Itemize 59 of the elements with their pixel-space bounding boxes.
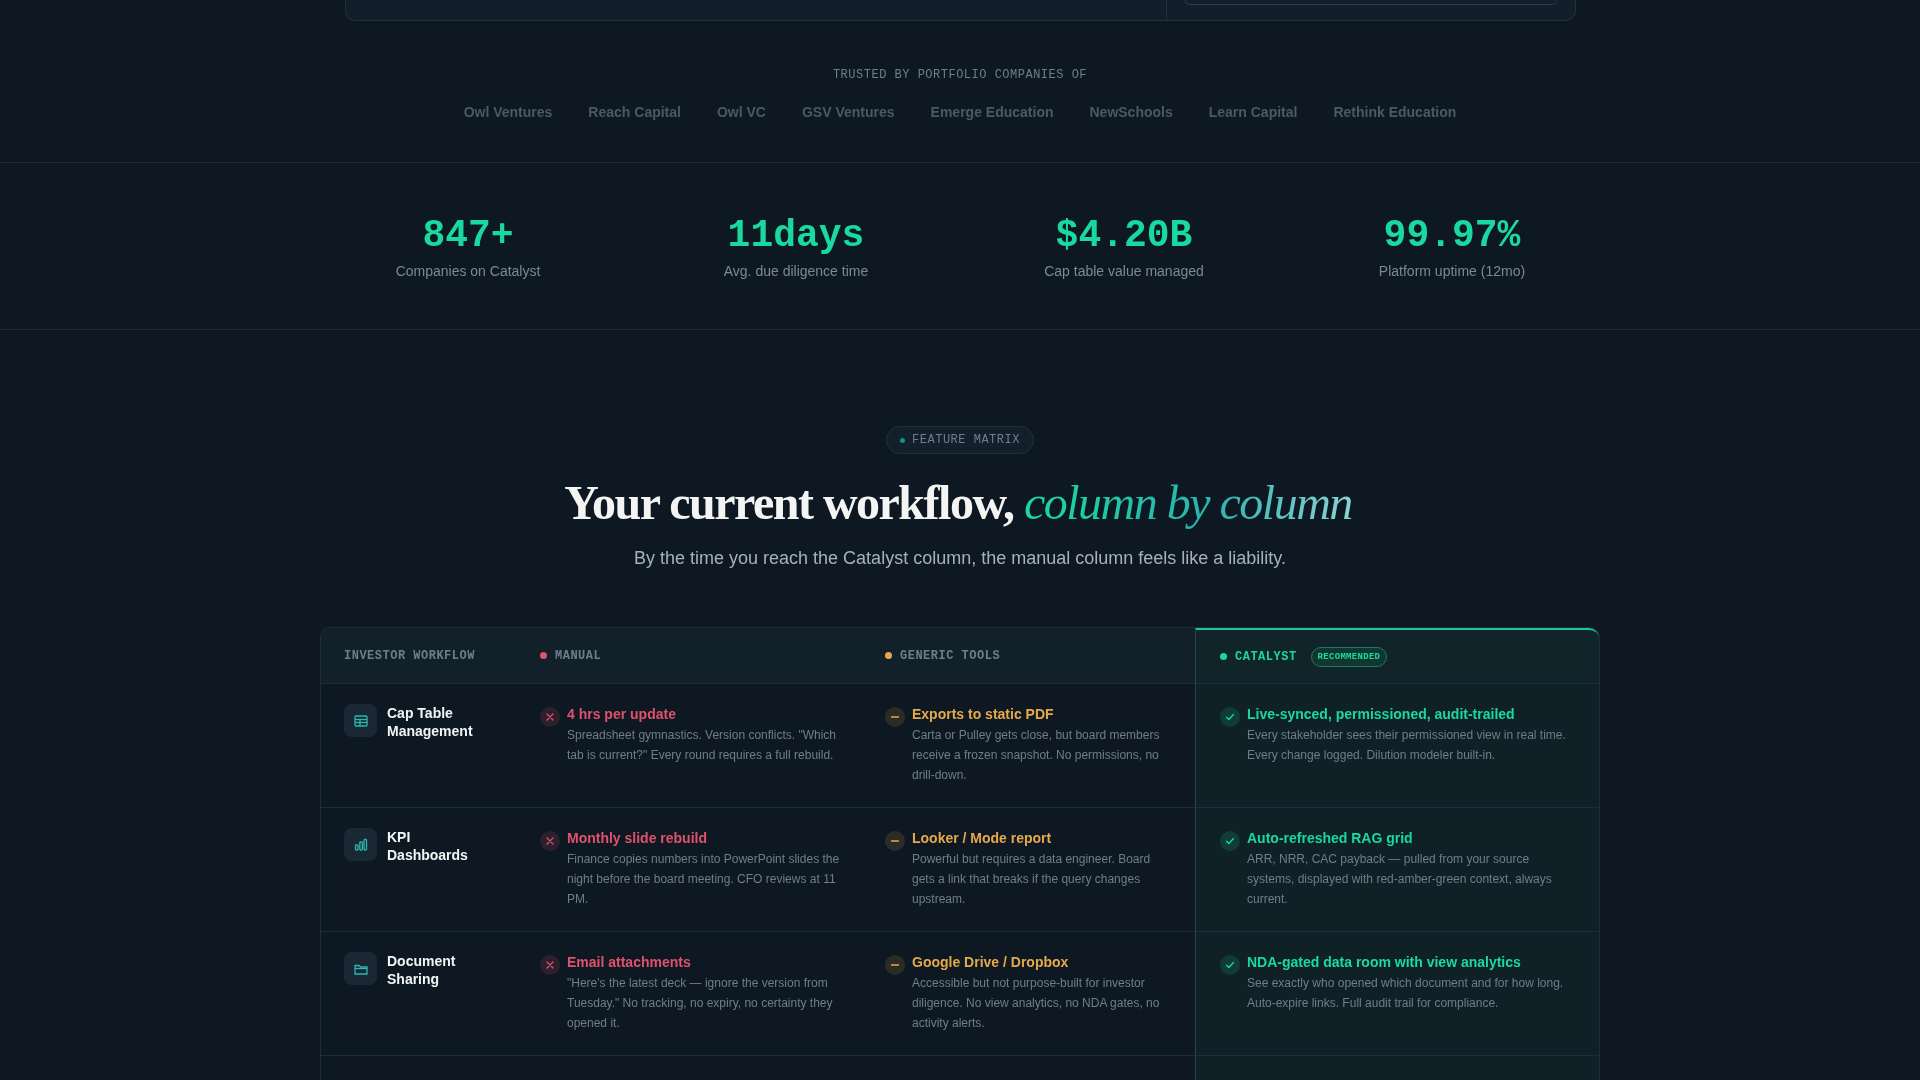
- workflow-name: Cap Table Management: [387, 704, 474, 741]
- stat-value: 11days: [727, 215, 865, 257]
- stat-label: Companies on Catalyst: [395, 263, 541, 279]
- company-name: NewSchools: [1089, 104, 1173, 120]
- minus-icon: [885, 955, 905, 975]
- cell-title: Live-synced, permissioned, audit-trailed: [1247, 705, 1516, 724]
- section-label: TRUSTED BY PORTFOLIO COMPANIES OF: [832, 68, 1088, 82]
- cell-description: See exactly who opened which document and for how long. Auto-expire links. Full audit trail for compliance.: [1247, 975, 1565, 1012]
- cell-description: Every stakeholder sees their permissioned view in real time. Every change logged. Dilution modeler built-in.: [1247, 727, 1567, 764]
- cell-description: "Here's the latest deck — ignore the version from Tuesday." No tracking, no expiry, no certainty they opened it.: [567, 975, 834, 1032]
- table-icon: [344, 704, 377, 737]
- workflow-name: KPI Dashboards: [387, 828, 469, 865]
- recommended-badge: RECOMMENDED: [1310, 646, 1388, 667]
- check-icon: [1220, 955, 1240, 975]
- cell-description: Powerful but requires a data engineer. Board gets a link that breaks if the query changes upstream.: [912, 851, 1152, 908]
- company-name: Owl Ventures: [463, 104, 553, 120]
- column-header: MANUAL: [555, 648, 602, 663]
- workflow-name: Document Sharing: [387, 952, 457, 989]
- minus-icon: [885, 831, 905, 851]
- cell-title: NDA-gated data room with view analytics: [1247, 953, 1522, 972]
- company-name: Reach Capital: [588, 104, 681, 120]
- company-name: Rethink Education: [1333, 104, 1457, 120]
- cell-title: Looker / Mode report: [912, 829, 1053, 848]
- cross-icon: [540, 831, 560, 851]
- bar-chart-icon: [344, 828, 377, 861]
- dot-icon: [900, 437, 906, 443]
- stat-label: Platform uptime (12mo): [1378, 263, 1526, 279]
- stat-value: 99.97%: [1383, 215, 1521, 257]
- company-name: Owl VC: [716, 104, 766, 120]
- stat-value: $4.20B: [1055, 215, 1193, 257]
- cell-description: Spreadsheet gymnastics. Version conflicts. "Which tab is current?" Every round requires a full rebuild.: [567, 727, 838, 764]
- company-name: Learn Capital: [1208, 104, 1298, 120]
- minus-icon: [885, 707, 905, 727]
- check-icon: [1220, 831, 1240, 851]
- section-subtitle: By the time you reach the Catalyst column, the manual column feels like a liability.: [634, 548, 1286, 569]
- cell-description: Finance copies numbers into PowerPoint slides the night before the board meeting. CFO reviews at 11 PM.: [567, 851, 841, 908]
- cross-icon: [540, 955, 560, 975]
- stat-label: Cap table value managed: [1044, 263, 1204, 279]
- cross-icon: [540, 707, 560, 727]
- folder-icon: [344, 952, 377, 985]
- cell-title: 4 hrs per update: [567, 705, 677, 724]
- cell-title: Email attachments: [567, 953, 692, 972]
- stat-value: 847+: [422, 215, 514, 257]
- column-header: GENERIC TOOLS: [900, 648, 1001, 663]
- cell-description: Carta or Pulley gets close, but board members receive a frozen snapshot. No permissions, no drill-down.: [912, 727, 1161, 784]
- cell-title: Auto-refreshed RAG grid: [1247, 829, 1414, 848]
- company-name: Emerge Education: [930, 104, 1054, 120]
- company-name: GSV Ventures: [801, 104, 895, 120]
- cell-title: Google Drive / Dropbox: [912, 953, 1070, 972]
- cell-title: Monthly slide rebuild: [567, 829, 708, 848]
- section-heading: Your current workflow, column by column: [564, 474, 1356, 532]
- cell-description: ARR, NRR, CAC payback — pulled from your source systems, displayed with red-amber-green context, always current.: [1247, 851, 1553, 908]
- cell-description: Accessible but not purpose-built for investor diligence. No view analytics, no NDA gates, no activity alerts.: [912, 975, 1161, 1032]
- column-header: INVESTOR WORKFLOW: [321, 628, 530, 684]
- check-icon: [1220, 707, 1240, 727]
- cell-title: Exports to static PDF: [912, 705, 1055, 724]
- badge-label: FEATURE MATRIX: [912, 433, 1020, 447]
- stat-label: Avg. due diligence time: [723, 263, 869, 279]
- column-header: CATALYST: [1235, 649, 1297, 664]
